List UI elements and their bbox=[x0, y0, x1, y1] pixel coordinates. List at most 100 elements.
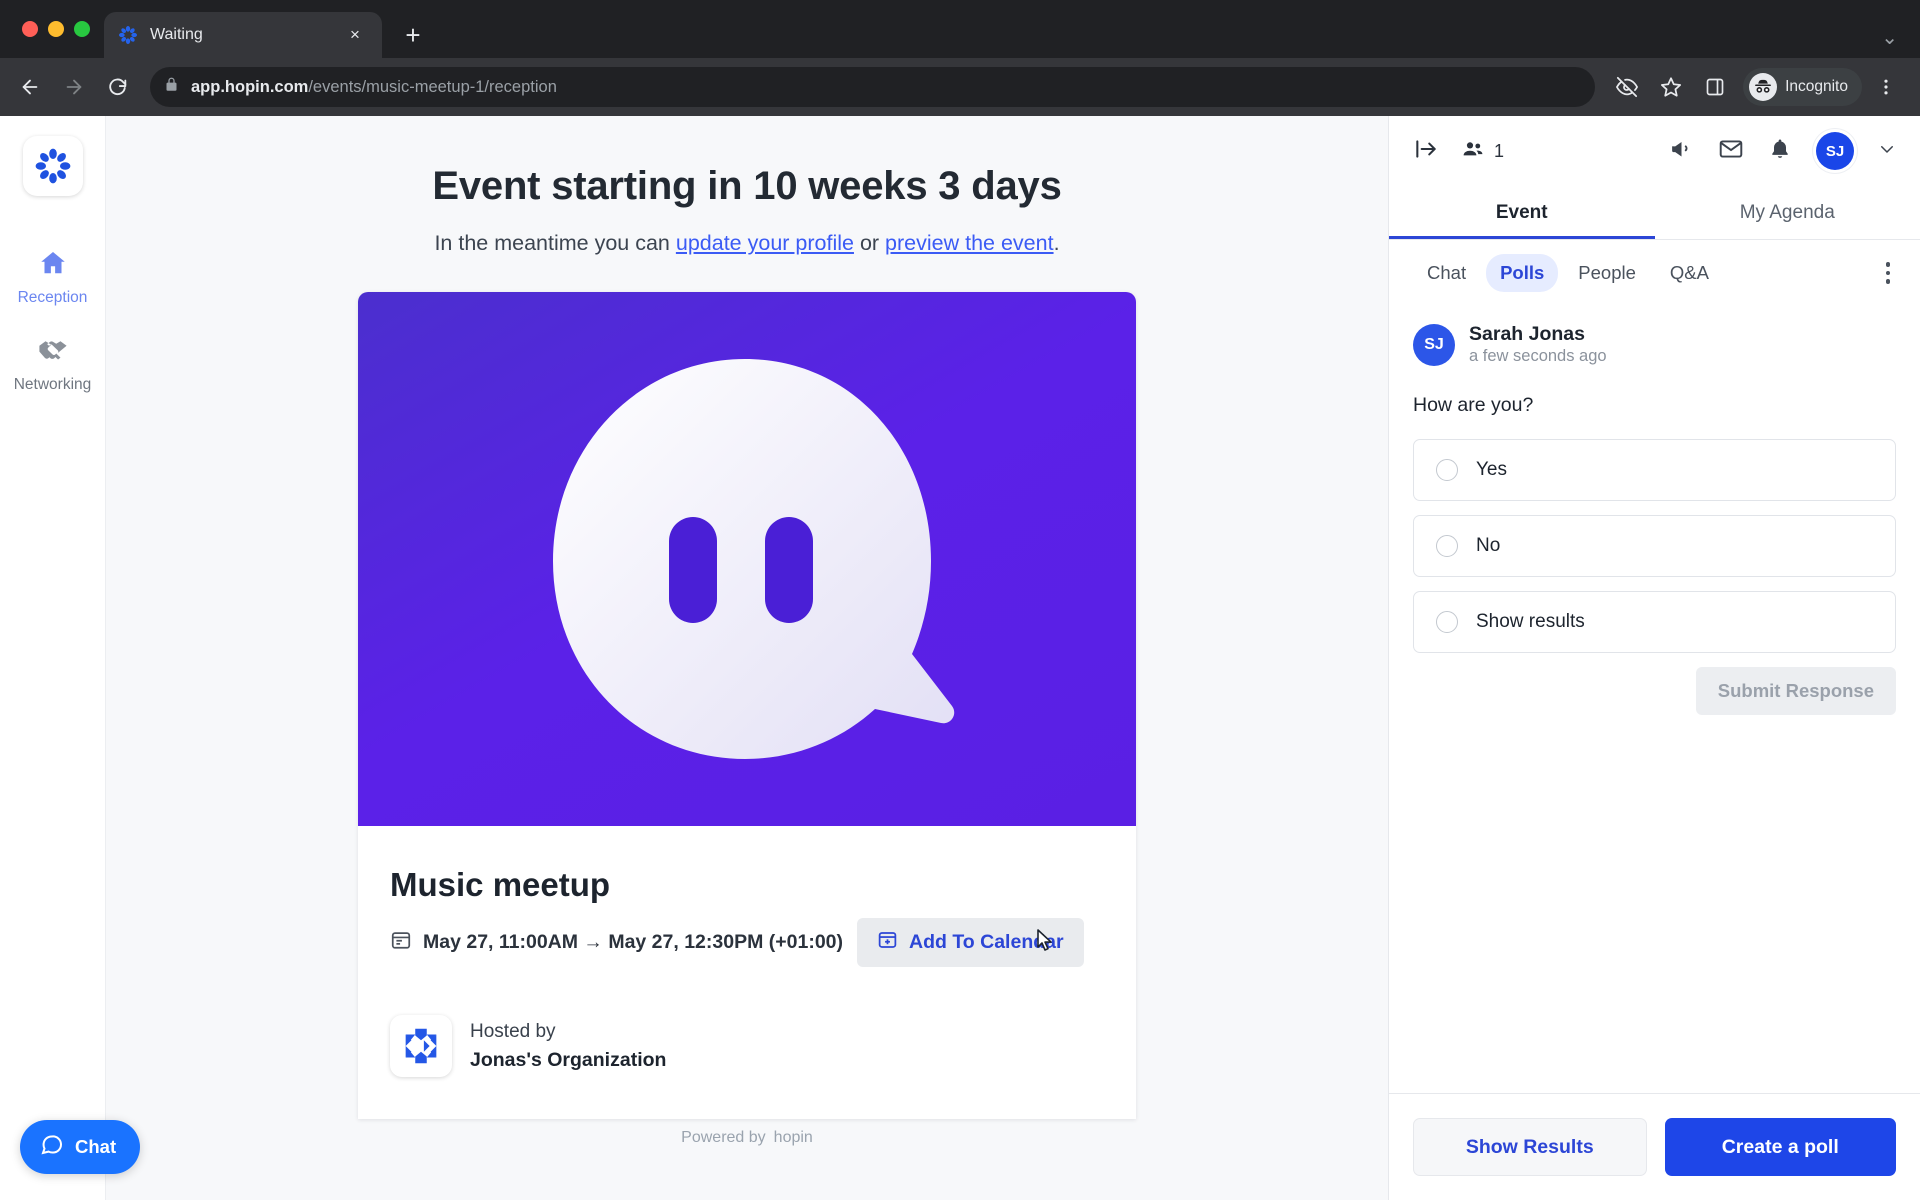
app-sidebar: Reception Networking Chat bbox=[0, 116, 141, 1200]
subtitle-line: In the meantime you can update your prof… bbox=[434, 231, 1059, 256]
event-card: Music meetup May 27, 11:00AM → May 27, 1… bbox=[358, 292, 1136, 1119]
poll-option-show-results[interactable]: Show results bbox=[1413, 590, 1896, 653]
chat-bubble-icon bbox=[40, 1133, 64, 1162]
page-title: Event starting in 10 weeks 3 days bbox=[432, 164, 1062, 208]
host-name: Jonas's Organization bbox=[470, 1048, 667, 1071]
minimize-window-button[interactable] bbox=[48, 21, 64, 37]
reception-main: Event starting in 10 weeks 3 days In the… bbox=[106, 116, 1388, 1200]
forward-icon[interactable] bbox=[54, 67, 94, 107]
people-count[interactable]: 1 bbox=[1461, 137, 1504, 166]
create-poll-button[interactable]: Create a poll bbox=[1664, 1118, 1896, 1176]
chevron-down-icon[interactable]: ⌄ bbox=[1881, 25, 1898, 50]
poll-submit-row: Submit Response bbox=[1413, 666, 1896, 715]
panel-tabs: Event My Agenda bbox=[1389, 186, 1920, 240]
panel-subtabs: Chat Polls People Q&A bbox=[1389, 240, 1920, 304]
chat-widget-label: Chat bbox=[75, 1136, 117, 1157]
subtitle-or: or bbox=[853, 231, 886, 255]
maximize-window-button[interactable] bbox=[74, 21, 90, 37]
new-tab-button[interactable]: + bbox=[394, 16, 432, 54]
kebab-menu-icon[interactable] bbox=[1866, 67, 1906, 107]
envelope-icon[interactable] bbox=[1718, 136, 1744, 167]
incognito-icon bbox=[1749, 73, 1778, 101]
browser-toolbar: app.hopin.com/events/music-meetup-1/rece… bbox=[0, 58, 1920, 116]
poll-option-yes[interactable]: Yes bbox=[1413, 438, 1896, 501]
star-icon[interactable] bbox=[1651, 67, 1691, 107]
radio-icon[interactable] bbox=[1436, 534, 1458, 557]
url-text: app.hopin.com/events/music-meetup-1/rece… bbox=[191, 78, 557, 97]
event-card-body: Music meetup May 27, 11:00AM → May 27, 1… bbox=[358, 826, 1136, 1119]
tab-event[interactable]: Event bbox=[1389, 186, 1655, 239]
people-count-value: 1 bbox=[1494, 140, 1505, 161]
panel-header-left: 1 bbox=[1413, 136, 1504, 167]
incognito-label: Incognito bbox=[1785, 78, 1848, 95]
poll-author: SJ Sarah Jonas a few seconds ago bbox=[1413, 322, 1896, 368]
poll-author-text: Sarah Jonas a few seconds ago bbox=[1469, 322, 1607, 368]
poll-question: How are you? bbox=[1413, 393, 1534, 416]
bell-icon[interactable] bbox=[1768, 137, 1792, 166]
hopin-logo-icon[interactable] bbox=[22, 136, 83, 196]
poll-option-label: Yes bbox=[1476, 458, 1507, 480]
poll-footer: Show Results Create a poll bbox=[1389, 1093, 1920, 1200]
browser-window: Waiting × + ⌄ app.hopin.com/events/music… bbox=[0, 0, 1920, 1200]
kebab-menu-icon[interactable] bbox=[1880, 256, 1897, 290]
eye-off-icon[interactable] bbox=[1607, 67, 1647, 107]
powered-by-label: Powered by bbox=[681, 1129, 766, 1146]
lock-icon bbox=[164, 77, 179, 97]
calendar-icon bbox=[390, 929, 412, 957]
panel-header-right: SJ bbox=[1669, 132, 1896, 170]
chevron-down-icon[interactable] bbox=[1878, 140, 1896, 163]
subtitle-prefix: In the meantime you can bbox=[434, 231, 676, 255]
people-icon bbox=[1461, 137, 1485, 166]
radio-icon[interactable] bbox=[1436, 458, 1458, 481]
browser-tab[interactable]: Waiting × bbox=[104, 12, 382, 58]
avatar[interactable]: SJ bbox=[1816, 132, 1854, 170]
event-host: Hosted by Jonas's Organization bbox=[390, 967, 1104, 1119]
incognito-indicator[interactable]: Incognito bbox=[1743, 68, 1862, 106]
sidebar-item-label: Networking bbox=[13, 376, 92, 393]
chat-widget-button[interactable]: Chat bbox=[20, 1120, 141, 1174]
address-bar[interactable]: app.hopin.com/events/music-meetup-1/rece… bbox=[150, 67, 1596, 107]
subtab-polls[interactable]: Polls bbox=[1486, 254, 1559, 292]
show-results-button[interactable]: Show Results bbox=[1413, 1118, 1647, 1176]
side-panel-icon[interactable] bbox=[1695, 67, 1735, 107]
url-host: app.hopin.com bbox=[191, 77, 309, 96]
close-window-button[interactable] bbox=[22, 21, 38, 37]
poll-panel: SJ Sarah Jonas a few seconds ago How are… bbox=[1389, 304, 1920, 1093]
window-controls bbox=[14, 0, 104, 58]
collapse-panel-icon[interactable] bbox=[1413, 136, 1439, 167]
event-side-panel: 1 SJ Event My Agenda Chat Polls People Q… bbox=[1388, 116, 1920, 1200]
close-icon[interactable]: × bbox=[342, 22, 368, 48]
subtab-chat[interactable]: Chat bbox=[1413, 254, 1480, 292]
event-date: May 27, 11:00AM → May 27, 12:30PM (+01:0… bbox=[390, 929, 843, 957]
tab-my-agenda[interactable]: My Agenda bbox=[1655, 186, 1920, 239]
back-icon[interactable] bbox=[10, 67, 50, 107]
sidebar-item-reception[interactable]: Reception bbox=[0, 238, 105, 323]
hosted-by-label: Hosted by bbox=[470, 1021, 556, 1043]
poll-timestamp: a few seconds ago bbox=[1469, 347, 1607, 366]
submit-response-button[interactable]: Submit Response bbox=[1695, 666, 1896, 715]
subtitle-suffix: . bbox=[1053, 231, 1060, 255]
calendar-plus-icon bbox=[877, 929, 898, 956]
sidebar-item-networking[interactable]: Networking bbox=[0, 323, 105, 410]
add-to-calendar-button[interactable]: Add To Calendar bbox=[857, 918, 1084, 967]
subtab-people[interactable]: People bbox=[1564, 254, 1650, 292]
page-content: Reception Networking Chat Event starting… bbox=[0, 116, 1920, 1200]
update-profile-link[interactable]: update your profile bbox=[676, 231, 854, 255]
ghost-mascot-image bbox=[358, 292, 1136, 826]
reload-icon[interactable] bbox=[98, 67, 138, 107]
megaphone-icon[interactable] bbox=[1669, 136, 1694, 166]
event-meta-row: May 27, 11:00AM → May 27, 12:30PM (+01:0… bbox=[390, 918, 1104, 967]
preview-event-link[interactable]: preview the event bbox=[885, 231, 1054, 255]
powered-by-brand: hopin bbox=[773, 1129, 813, 1146]
home-icon bbox=[38, 248, 68, 283]
poll-option-no[interactable]: No bbox=[1413, 514, 1896, 577]
tab-title: Waiting bbox=[150, 26, 203, 43]
browser-tabstrip: Waiting × + ⌄ bbox=[0, 0, 1920, 58]
radio-icon[interactable] bbox=[1436, 610, 1458, 633]
organization-logo-icon bbox=[390, 1015, 452, 1077]
poll-option-label: No bbox=[1476, 534, 1501, 556]
poll-option-label: Show results bbox=[1476, 610, 1585, 632]
panel-header: 1 SJ bbox=[1389, 116, 1920, 186]
subtab-qa[interactable]: Q&A bbox=[1656, 254, 1723, 292]
powered-by-footer: Powered by hopin bbox=[681, 1129, 813, 1147]
